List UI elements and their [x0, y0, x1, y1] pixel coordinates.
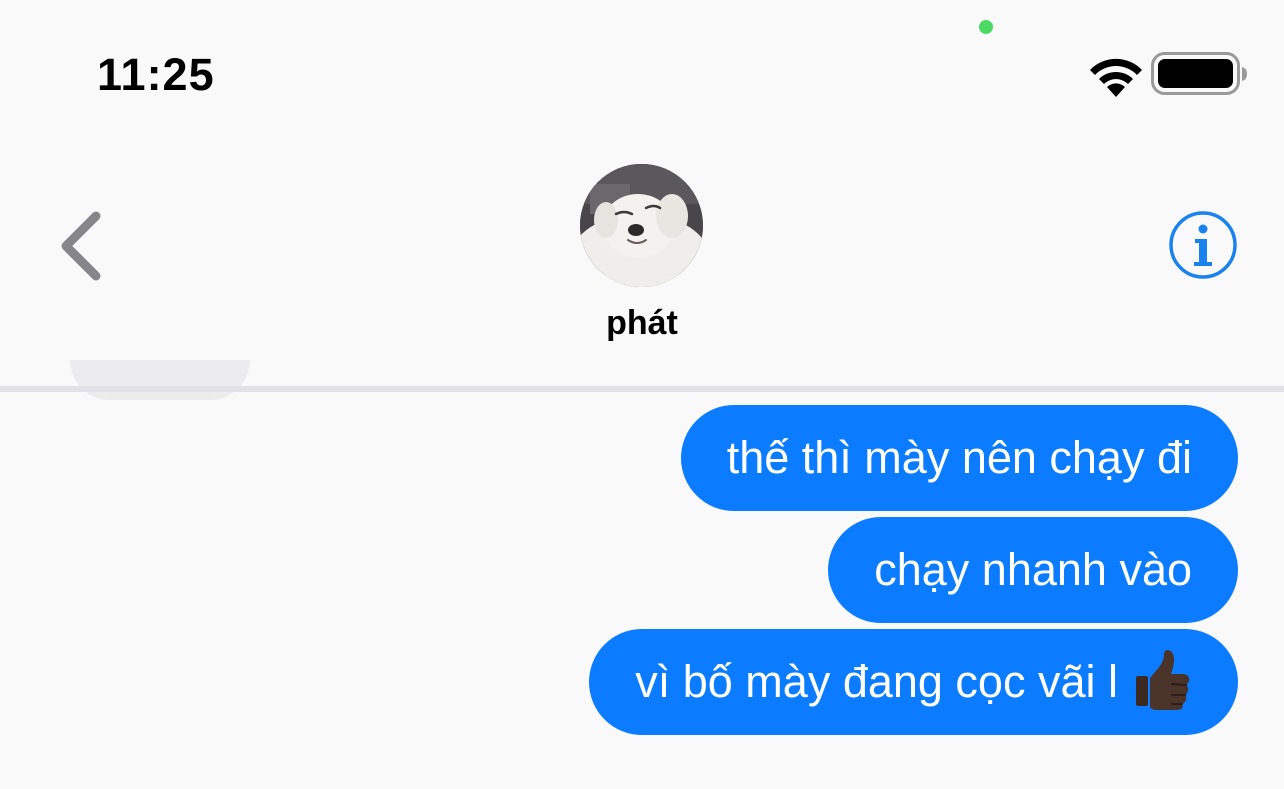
contact-avatar[interactable]	[580, 164, 703, 287]
contact-name[interactable]: phát	[0, 300, 1284, 346]
message-list: thế thì mày nên chạy đi chạy nhanh vào v…	[0, 392, 1284, 789]
battery-full-icon	[1151, 52, 1247, 95]
dog-photo-avatar	[580, 164, 703, 287]
thumbs-up-icon	[1136, 650, 1190, 711]
info-button[interactable]	[1168, 210, 1238, 280]
message-bubble[interactable]: vì bố mày đang cọc vãi l	[589, 629, 1238, 735]
back-button[interactable]	[50, 204, 110, 288]
message-bubble[interactable]: thế thì mày nên chạy đi	[680, 405, 1238, 511]
chevron-left-icon	[61, 211, 101, 281]
message-bubble[interactable]: chạy nhanh vào	[828, 517, 1238, 623]
messages-screen: 11:25 phát thế thì mày nên chạy đi chạy …	[0, 0, 1284, 789]
message-text: vì bố mày đang cọc vãi l	[635, 656, 1118, 707]
info-circle-icon	[1169, 211, 1237, 279]
status-time: 11:25	[97, 49, 215, 100]
message-text: thế thì mày nên chạy đi	[726, 432, 1192, 483]
wifi-icon	[1090, 58, 1142, 97]
camera-indicator-dot	[979, 20, 993, 34]
message-text: chạy nhanh vào	[874, 544, 1192, 595]
